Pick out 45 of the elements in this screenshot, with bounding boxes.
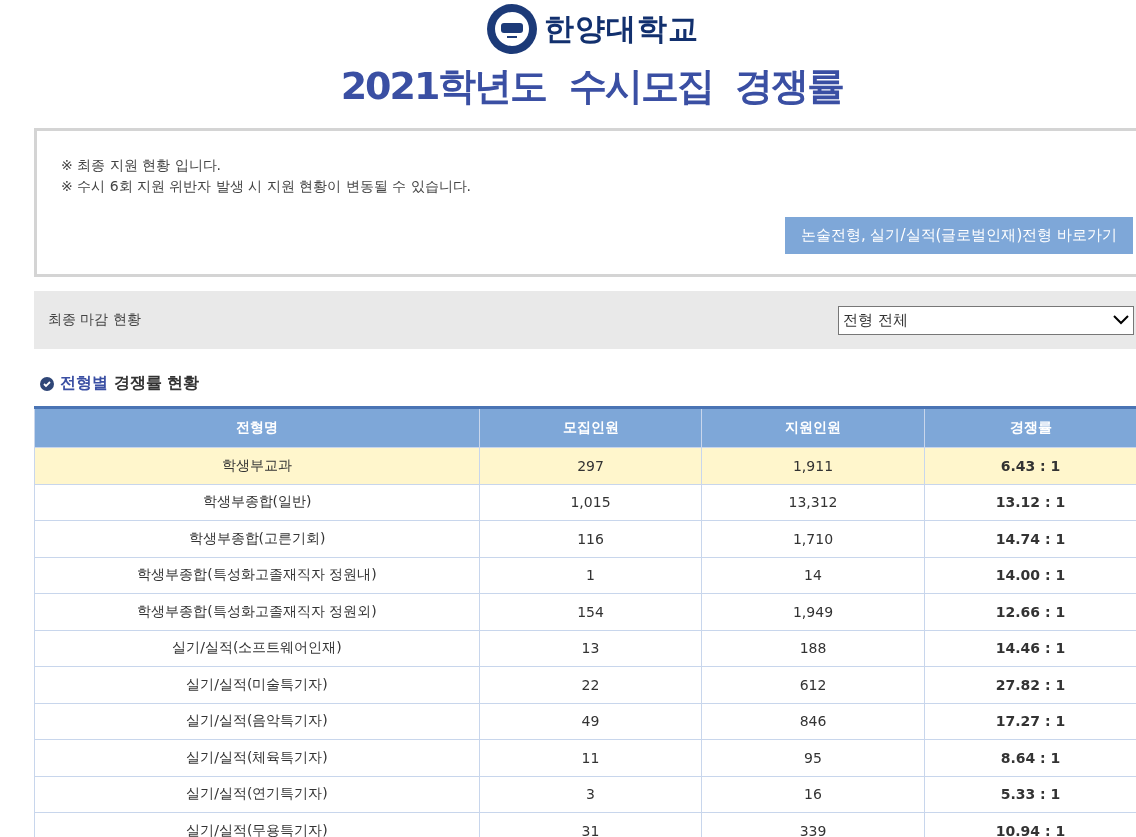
table-cell: 학생부교과 [34, 447, 480, 484]
notice-text: ※ 수시 6회 지원 위반자 발생 시 지원 현황이 변동될 수 있습니다. [61, 177, 473, 196]
table-cell: 188 [701, 630, 925, 667]
section-title: 전형별 경쟁률 현황 [60, 373, 200, 394]
chevron-down-icon [1113, 315, 1129, 325]
column-header: 지원인원 [701, 407, 925, 448]
table-cell: 49 [479, 703, 702, 740]
table-cell: 실기/실적(소프트웨어인재) [34, 630, 480, 667]
table-cell: 612 [701, 666, 925, 703]
table-cell: 95 [701, 739, 925, 776]
table-cell: 13 [479, 630, 702, 667]
column-header: 전형명 [34, 407, 480, 448]
column-header: 경쟁률 [924, 407, 1136, 448]
table-cell: 3 [479, 776, 702, 813]
table-cell: 학생부종합(일반) [34, 484, 480, 521]
table-cell: 1,949 [701, 593, 925, 630]
table-cell: 297 [479, 447, 702, 484]
table-cell: 1 [479, 557, 702, 594]
table-cell: 1,015 [479, 484, 702, 521]
table-cell: 14 [701, 557, 925, 594]
table-cell: 846 [701, 703, 925, 740]
table-cell: 1,911 [701, 447, 925, 484]
table-cell: 154 [479, 593, 702, 630]
table-cell: 학생부종합(특성화고졸재직자 정원외) [34, 593, 480, 630]
table-cell: 학생부종합(고른기회) [34, 520, 480, 557]
table-cell: 학생부종합(특성화고졸재직자 정원내) [34, 557, 480, 594]
table-cell: 11 [479, 739, 702, 776]
column-header: 모집인원 [479, 407, 702, 448]
page-title: 2021학년도 수시모집 경쟁률 [340, 63, 844, 110]
table-cell: 22 [479, 666, 702, 703]
table-cell: 실기/실적(체육특기자) [34, 739, 480, 776]
university-name: 한양대학교 [543, 9, 699, 48]
table-cell: 1,710 [701, 520, 925, 557]
filter-label: 최종 마감 현황 [48, 311, 141, 329]
table-cell: 실기/실적(무용특기자) [34, 812, 480, 837]
table-cell: 실기/실적(음악특기자) [34, 703, 480, 740]
notice-text: ※ 최종 지원 현황 입니다. [61, 156, 222, 175]
table-cell: 실기/실적(연기특기자) [34, 776, 480, 813]
table-cell: 116 [479, 520, 702, 557]
university-emblem-icon [485, 3, 538, 55]
table-cell: 13,312 [701, 484, 925, 521]
type-select[interactable]: 전형 전체 [838, 305, 1134, 335]
table-cell: 16 [701, 776, 925, 813]
check-circle-icon [40, 376, 54, 391]
table-cell: 실기/실적(미술특기자) [34, 666, 480, 703]
